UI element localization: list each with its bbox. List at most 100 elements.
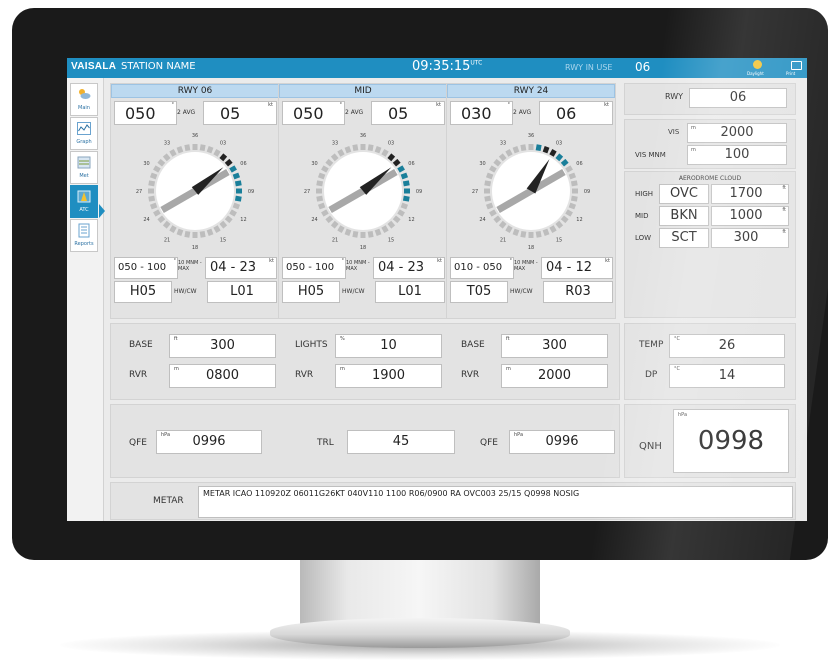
hwcw-label: HW/CW [174,288,197,295]
dial-segment [176,228,184,237]
hwcw-label: HW/CW [342,288,365,295]
rwy-value-box: 06 [689,88,787,108]
runway-title: MID [279,84,447,98]
runway-title: RWY 06 [111,84,279,98]
headwind-box: T05 [450,281,508,303]
cloud-cover-box: SCT [659,228,709,248]
daylight-sun-icon[interactable] [753,60,762,69]
runway-title: RWY 24 [447,84,615,98]
row1-value-top-box: ft 300 [501,334,608,358]
rwy-panel: RWY 06 [624,83,796,115]
dial-segment [402,195,410,202]
dial-segment [489,165,497,173]
dial-segment [316,180,324,187]
dial-segment [317,202,326,210]
hwcw-label: HW/CW [510,288,533,295]
dial-segment [321,209,329,217]
dial-segment [352,144,359,152]
cloud-level-label: HIGH [635,190,654,198]
cloud-cover: BKN [670,208,698,223]
dial-segment [317,172,326,180]
cloud-cover-box: OVC [659,184,709,204]
dial-tick-label: 03 [220,141,226,147]
vaisala-logo: VAISALA [71,61,117,72]
sidebar-item-reports[interactable]: Reports [70,219,98,252]
cloud-height-box: 1000 ft [711,206,789,226]
dial-segment [344,145,352,154]
dial-tick-label: 06 [408,161,414,167]
dial-segment [184,144,191,152]
metar-text-box: METAR ICAO 110920Z 06011G26KT 040V110 11… [198,486,793,518]
daylight-label[interactable]: Daylight [747,71,764,76]
sidebar-item-label: Graph [76,139,92,145]
avg-label: 2 AVG [177,109,196,116]
app-screen: VAISALA STATION NAME 09:35:15UTC RWY IN … [67,58,807,521]
qfe-value-box: hPa 0996 [156,430,262,454]
dial-segment [148,180,156,187]
speed-unit: kt [268,102,273,108]
dial-tick-label: 27 [304,189,310,195]
variation-range-box: 050 - 100 ° [114,257,178,279]
dial-segment [316,195,324,202]
qnh-value: 0998 [697,426,765,456]
dial-segment [402,180,410,187]
dial-segment [381,149,389,157]
row1-value-bottom-box: m 0800 [169,364,276,388]
dial-segment [505,149,513,157]
vis-mnm-value-box: m 100 [687,145,787,165]
dial-segment [213,149,221,157]
dial-segment [542,145,550,154]
dial-segment [176,145,184,154]
sidebar-item-label: ATC [79,207,89,213]
station-name: STATION NAME [121,61,196,72]
temp-label: TEMP [639,340,664,350]
qfe-value-box: hPa 0996 [509,430,615,454]
dial-segment [337,149,345,157]
metar-panel: METAR METAR ICAO 110920Z 06011G26KT 040V… [110,482,796,520]
avg-label: 2 AVG [345,109,364,116]
wind-rose-dial: 36 03 06 09 12 15 18 21 24 27 30 33 [472,133,590,251]
print-label[interactable]: Print [786,71,795,76]
row1-value-top: 300 [542,338,567,353]
cloud-cover: OVC [670,186,698,201]
wind-direction: 030 [461,104,492,123]
aerodrome-cloud-panel: AERODROME CLOUD HIGH OVC 1700 ft MID BKN 1000 f… [624,171,796,318]
dial-segment [162,220,171,229]
wind-direction-box: 050 ° [282,101,345,125]
sidebar-item-met[interactable]: Met [70,151,98,184]
dial-segment [162,153,171,162]
rwy-in-use-value: 06 [635,60,651,74]
dial-segment [374,145,382,154]
printer-icon[interactable] [791,61,802,70]
dial-segment [219,153,228,162]
sidebar-item-graph[interactable]: Graph [70,117,98,150]
headwind-box: H05 [282,281,340,303]
dial-segment [149,202,158,210]
cloud-level-label: LOW [635,234,652,242]
dial-segment [400,202,409,210]
dial-tick-label: 30 [479,161,485,167]
cloud-cover-box: BKN [659,206,709,226]
sidebar-item-label: Main [78,105,90,111]
monitor-bezel: VAISALA STATION NAME 09:35:15UTC RWY IN … [12,8,828,560]
dial-segment [387,153,396,162]
qfe-label: QFE [129,438,147,448]
sidebar-item-main[interactable]: Main [70,83,98,116]
qnh-label: QNH [639,441,662,452]
row1-value-top-box: % 10 [335,334,442,358]
dial-tick-label: 09 [584,189,590,195]
dial-segment [397,165,405,173]
dial-segment [184,230,191,238]
dial-segment [325,158,334,167]
sidebar-item-atc[interactable]: ATC [70,185,98,218]
cloud-title: AERODROME CLOUD [678,175,742,182]
gust-range: 04 - 12 [546,260,593,275]
dial-segment [565,209,573,217]
vis-mnm-value: 100 [724,147,750,162]
dial-segment [330,220,339,229]
dial-segment [321,165,329,173]
dial-tick-label: 03 [388,141,394,147]
dial-tick-label: 06 [240,161,246,167]
headwind: H05 [297,284,325,299]
dial-segment [224,215,233,224]
